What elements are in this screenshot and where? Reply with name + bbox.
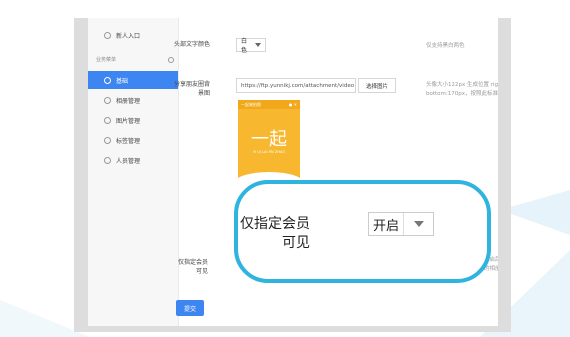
zoom-label-line2: 可见 — [282, 235, 310, 251]
preview-big-text: 一起 — [251, 129, 287, 150]
gear-icon — [104, 136, 111, 144]
share-background-hint-line2: bottom:170px，按照此标准设计背景 — [426, 91, 498, 97]
gear-icon — [104, 76, 111, 84]
sidebar-group-title: 业务菜单 — [96, 57, 117, 63]
preview-header-title: 一起来拍照 — [241, 101, 261, 107]
sidebar-item-new-user-entry[interactable]: 新人入口 — [88, 26, 178, 44]
sidebar-item-staff-management[interactable]: 人员管理 — [88, 151, 178, 169]
member-only-select[interactable]: 开启 — [368, 212, 434, 236]
sidebar-item-image-management[interactable]: 图片管理 — [88, 111, 178, 129]
preview-sub-text: YI QI LAI PAI ZHAO — [252, 150, 286, 154]
chevron-down-icon — [255, 43, 261, 47]
share-background-label: 分享朋友圈背景图 — [174, 81, 211, 97]
choose-image-button[interactable]: 选择图片 — [358, 78, 396, 93]
header-text-color-hint: 仅支持黑白两色 — [426, 43, 465, 49]
zoom-callout: 仅指定会员 可见 开启 — [234, 180, 491, 283]
sidebar-item-label: 相册管理 — [116, 97, 141, 105]
sidebar-group-header[interactable]: 业务菜单 — [96, 56, 174, 63]
preview-header-controls: ● ✕ — [288, 102, 297, 107]
header-text-color-select[interactable]: 白色 — [236, 38, 266, 54]
sidebar-item-label: 人员管理 — [116, 157, 141, 165]
member-only-label: 仅指定会员可见 — [177, 259, 208, 275]
zoom-member-only-label: 仅指定会员 可见 — [238, 215, 310, 253]
sidebar-item-label: 基础 — [116, 77, 129, 85]
chevron-down-icon — [414, 221, 424, 227]
share-background-preview: 一起来拍照 ● ✕ 一起 YI QI LAI PAI ZHAO — [238, 100, 300, 188]
share-background-hint-line1: 头像大小122px 生成位置 right:19px — [426, 82, 498, 88]
preview-header: 一起来拍照 ● ✕ — [238, 100, 300, 109]
sidebar: 新人入口 业务菜单 基础 相册管理 图片管理 标签管理 人员管理 — [88, 18, 179, 326]
header-text-color-label: 头部文字颜色 — [174, 41, 211, 48]
select-value: 开启 — [369, 213, 404, 235]
submit-button[interactable]: 提交 — [176, 300, 204, 316]
gear-icon — [104, 156, 111, 164]
gear-icon — [104, 31, 111, 39]
sidebar-item-tag-management[interactable]: 标签管理 — [88, 131, 178, 149]
gear-icon — [104, 96, 111, 104]
sidebar-item-album-management[interactable]: 相册管理 — [88, 91, 178, 109]
sidebar-item-label: 新人入口 — [116, 32, 141, 40]
select-value: 白色 — [241, 38, 248, 54]
zoom-label-line1: 仅指定会员 — [240, 216, 310, 232]
sidebar-item-label: 图片管理 — [116, 117, 141, 125]
gear-icon — [104, 116, 111, 124]
settings-icon — [168, 56, 174, 63]
sidebar-item-basic[interactable]: 基础 — [88, 71, 178, 89]
sidebar-item-label: 标签管理 — [116, 137, 141, 145]
share-background-url-input[interactable]: https://ftp.yunnikj.com/attachment/video — [236, 78, 356, 93]
